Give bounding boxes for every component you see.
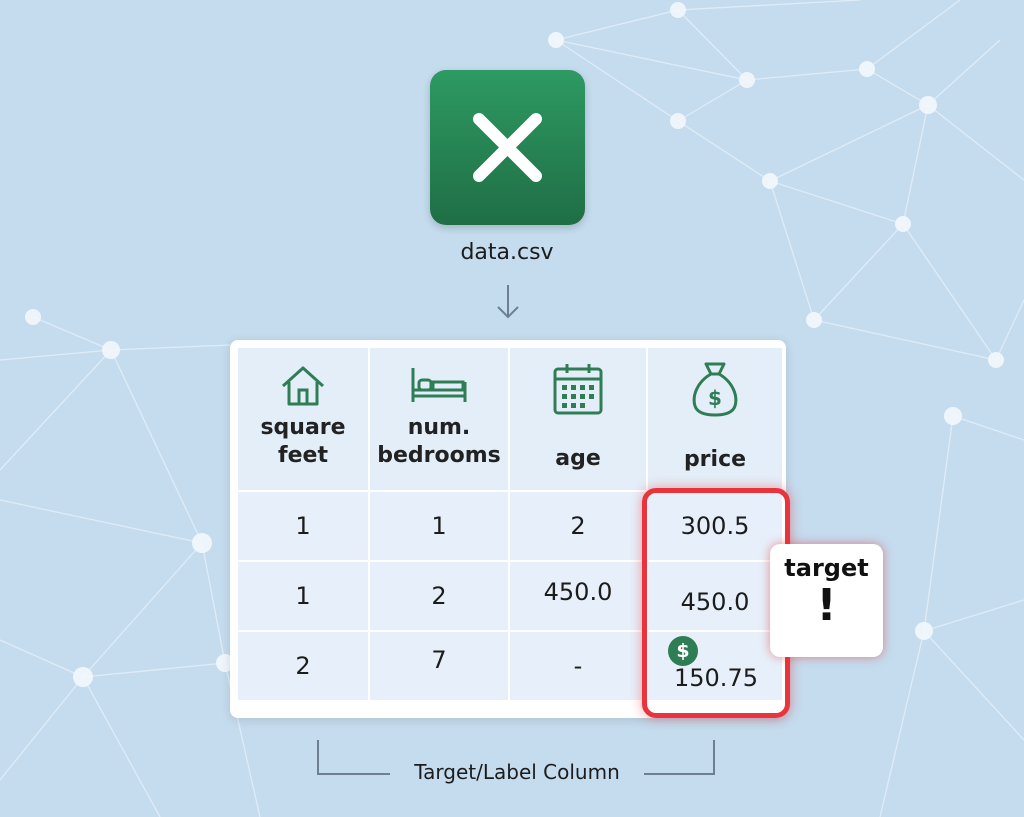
arrow-down-icon: [497, 285, 519, 319]
money-bag-icon: $: [692, 362, 738, 417]
column-header-price: $ price: [646, 346, 784, 492]
column-label: age: [555, 446, 601, 471]
column-label: price: [683, 447, 747, 472]
table-cell: 2: [508, 490, 648, 562]
table-cell: 450.0: [508, 560, 648, 632]
house-icon: [281, 366, 325, 406]
bracket-label: Target/Label Column: [392, 760, 642, 784]
svg-text:$: $: [708, 386, 722, 410]
column-header-square-feet: square feet: [236, 346, 370, 492]
target-label: target: [784, 554, 869, 582]
column-label: square feet: [260, 415, 346, 468]
table-cell: 2: [368, 560, 510, 632]
column-header-num-bedrooms: num. bedrooms: [368, 346, 510, 492]
table-cell: -: [508, 630, 648, 702]
table-cell: 2: [236, 630, 370, 702]
bed-icon: [411, 368, 467, 402]
table-cell: 7: [368, 630, 510, 702]
table-cell: 1: [236, 560, 370, 632]
exclamation-icon: !: [816, 580, 837, 631]
file-name: data.csv: [460, 240, 554, 265]
target-callout: target !: [770, 544, 883, 657]
spreadsheet-x-icon: [430, 70, 585, 225]
column-label: num. bedrooms: [377, 415, 501, 468]
table-cell: 1: [236, 490, 370, 562]
dollar-icon: $: [668, 636, 698, 666]
table-cell: 1: [368, 490, 510, 562]
calendar-icon: [553, 364, 603, 415]
table-cell: 150.75: [674, 664, 758, 692]
column-header-age: age: [508, 346, 648, 492]
